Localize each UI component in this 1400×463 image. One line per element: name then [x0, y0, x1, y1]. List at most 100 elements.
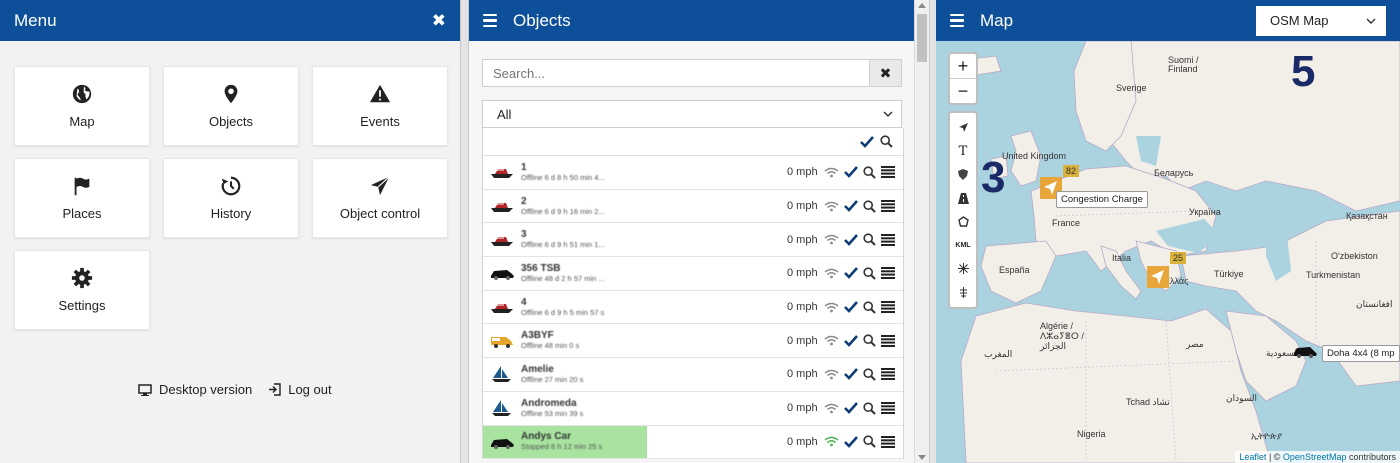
map-layer-select[interactable]: OSM Map: [1256, 5, 1386, 36]
clear-search-button[interactable]: ✖: [870, 59, 902, 87]
kml-icon[interactable]: KML: [950, 234, 976, 258]
search-icon[interactable]: [880, 135, 893, 148]
car-marker-icon[interactable]: [1292, 344, 1318, 358]
osm-link[interactable]: OpenStreetMap: [1283, 452, 1347, 462]
visible-check-icon[interactable]: [844, 402, 858, 415]
visible-check-icon[interactable]: [844, 267, 858, 280]
sailboat-icon: [492, 366, 511, 383]
cluster-count-large[interactable]: 5: [1291, 47, 1315, 97]
menu-tile-places[interactable]: Places: [14, 158, 150, 238]
objects-scrollbar[interactable]: [914, 0, 929, 463]
search-icon[interactable]: [863, 166, 876, 179]
boat-icon: [491, 169, 513, 179]
visible-check-icon[interactable]: [844, 334, 858, 347]
details-menu-icon[interactable]: [881, 368, 895, 381]
menu-tile-label: Events: [360, 114, 400, 129]
menu-tile-map[interactable]: Map: [14, 66, 150, 146]
object-info: 3 Offline 6 d 9 h 51 min 1...: [521, 229, 661, 250]
search-icon[interactable]: [863, 267, 876, 280]
text-tool-icon[interactable]: T: [950, 140, 976, 164]
search-icon[interactable]: [863, 233, 876, 246]
cluster-badge[interactable]: 25: [1170, 252, 1187, 264]
signal-icon: [824, 403, 839, 414]
details-menu-icon[interactable]: [881, 402, 895, 415]
object-name: 356 TSB: [521, 262, 561, 274]
visible-check-icon[interactable]: [844, 200, 858, 212]
signal-icon: [824, 336, 839, 346]
map-label: France: [1052, 218, 1081, 228]
hamburger-menu-icon[interactable]: [950, 13, 964, 28]
zoom-out-button[interactable]: −: [950, 79, 976, 103]
details-menu-icon[interactable]: [881, 233, 895, 246]
visible-check-icon[interactable]: [844, 233, 858, 246]
select-all-check-icon[interactable]: [860, 135, 874, 148]
object-speed: 0 mph: [787, 435, 818, 448]
menu-tile-objects[interactable]: Objects: [163, 66, 299, 146]
signal-icon: [824, 369, 839, 380]
leaflet-link[interactable]: Leaflet: [1239, 452, 1266, 462]
menu-tile-history[interactable]: History: [163, 158, 299, 238]
desktop-version-link[interactable]: Desktop version: [138, 382, 252, 397]
map-label: السودان: [1226, 393, 1258, 403]
close-icon[interactable]: ✖: [432, 11, 446, 31]
details-menu-icon[interactable]: [881, 267, 895, 280]
map-pin-icon: [224, 84, 238, 104]
object-row[interactable]: Amelie Offline 27 min 20 s 0 mph: [483, 358, 903, 392]
visible-check-icon[interactable]: [844, 368, 858, 381]
object-speed: 0 mph: [787, 368, 818, 381]
menu-tile-settings[interactable]: Settings: [14, 250, 150, 330]
visible-check-icon[interactable]: [844, 301, 858, 313]
layers-icon[interactable]: [950, 281, 976, 305]
search-input[interactable]: [482, 59, 870, 87]
object-row[interactable]: 1 Offline 6 d 8 h 50 min 4... 0 mph: [483, 156, 903, 190]
road-icon[interactable]: [950, 187, 976, 211]
warning-icon: [369, 84, 391, 103]
map-tools: T KML: [948, 111, 978, 309]
visible-check-icon[interactable]: [844, 166, 858, 179]
search-icon[interactable]: [863, 402, 876, 415]
object-speed: 0 mph: [787, 166, 818, 179]
navigate-icon[interactable]: [950, 116, 976, 140]
cluster-count-medium[interactable]: 3: [981, 153, 1005, 203]
map-label: Algérie /: [1040, 321, 1074, 331]
search-icon[interactable]: [863, 199, 876, 213]
search-icon[interactable]: [863, 368, 876, 381]
polygon-icon[interactable]: [950, 210, 976, 234]
scroll-thumb[interactable]: [917, 14, 927, 62]
map-canvas[interactable]: + − T KML Suomi / Finland Sverige United…: [936, 41, 1400, 463]
object-row[interactable]: Andys Car Stopped 8 h 12 min 25 s 0 mph: [483, 425, 903, 460]
details-menu-icon[interactable]: [881, 334, 895, 347]
scroll-up-arrow[interactable]: [918, 3, 926, 8]
object-name: Andromeda: [521, 397, 577, 409]
details-menu-icon[interactable]: [881, 200, 895, 213]
object-row[interactable]: Andromeda Offline 53 min 39 s 0 mph: [483, 391, 903, 426]
map-label: O'zbekiston: [1331, 251, 1378, 261]
hamburger-menu-icon[interactable]: [483, 13, 497, 28]
cluster-badge[interactable]: 82: [1063, 165, 1080, 177]
shield-icon[interactable]: [950, 163, 976, 187]
details-menu-icon[interactable]: [881, 435, 895, 448]
zoom-in-button[interactable]: +: [950, 54, 976, 79]
scroll-down-arrow[interactable]: [918, 455, 926, 460]
objects-body: ✖ All 1Offline 6 d 8 h 50 min 4... 0 mph 2…: [469, 41, 913, 463]
visible-check-icon[interactable]: [844, 435, 858, 448]
search-icon[interactable]: [863, 300, 876, 314]
object-row[interactable]: 3 Offline 6 d 9 h 51 min 1... 0 mph: [483, 223, 903, 258]
logout-link[interactable]: Log out: [268, 382, 332, 397]
object-info: 1 Offline 6 d 8 h 50 min 4...: [521, 162, 661, 183]
signal-icon: [824, 234, 839, 245]
map-title: Map: [980, 10, 1014, 30]
group-filter-select[interactable]: All: [482, 100, 902, 128]
menu-tile-events[interactable]: Events: [312, 66, 448, 146]
vehicle-marker-icon[interactable]: [1147, 266, 1169, 288]
object-row[interactable]: 356 TSB Offline 48 d 2 h 57 min ... 0 mph: [483, 257, 903, 291]
object-row[interactable]: A3BYF Offline 48 min 0 s 0 mph: [483, 324, 903, 359]
object-row[interactable]: 2 Offline 6 d 9 h 16 min 2... 0 mph: [483, 189, 903, 224]
search-icon[interactable]: [863, 435, 876, 449]
object-row[interactable]: 4 Offline 6 d 9 h 5 min 57 s 0 mph: [483, 290, 903, 325]
details-menu-icon[interactable]: [881, 301, 895, 314]
details-menu-icon[interactable]: [881, 166, 895, 179]
menu-tile-object-control[interactable]: Object control: [312, 158, 448, 238]
sparkle-icon[interactable]: [950, 257, 976, 281]
search-icon[interactable]: [863, 334, 876, 347]
